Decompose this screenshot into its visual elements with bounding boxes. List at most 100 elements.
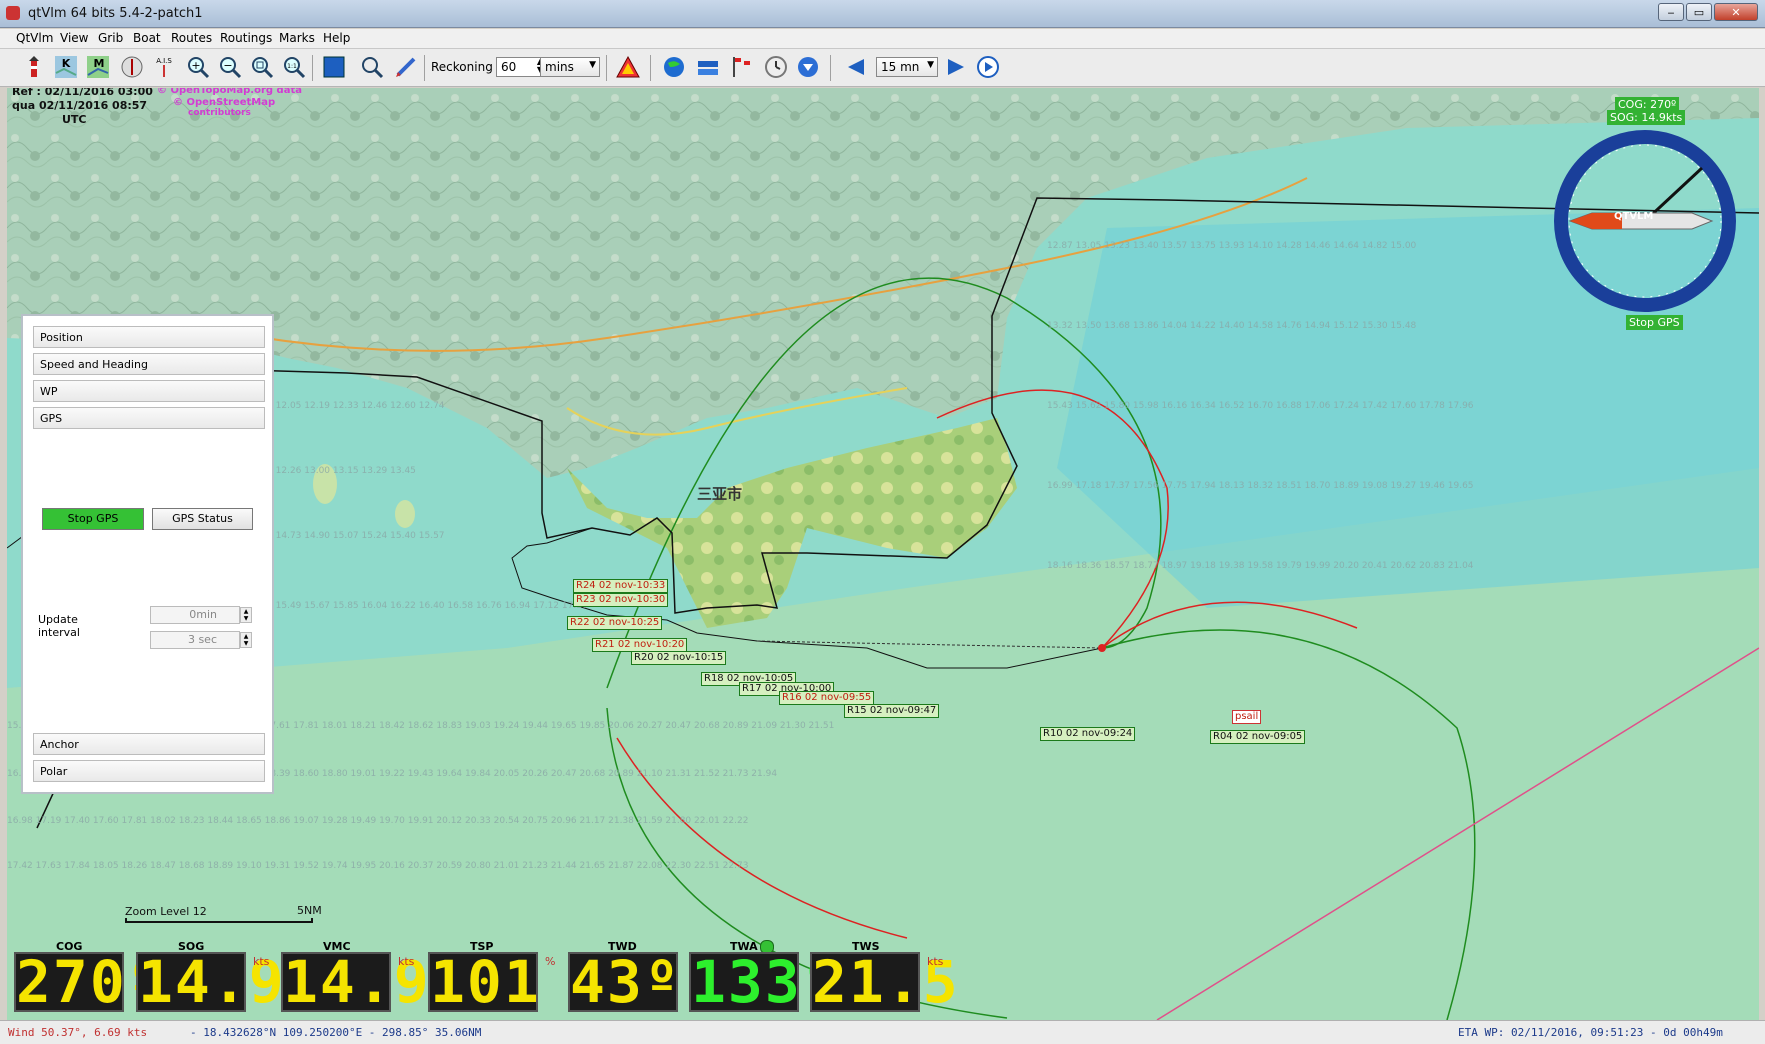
toolbar: K M A.I.S + − 1:1 Reckoning 60▲▼ mins▼ 1…	[0, 49, 1765, 87]
grib-current-date: qua 02/11/2016 08:57	[12, 99, 148, 112]
vmc-gauge: 14.9	[281, 948, 431, 1016]
svg-text:15.43 15.62 15.80 15.98 16.16: 15.43 15.62 15.80 15.98 16.16 16.34 16.5…	[1047, 401, 1474, 411]
svg-text:11.98 12.05 12.19 12.33 12.46: 11.98 12.05 12.19 12.33 12.46 12.60 12.7…	[247, 401, 445, 411]
menu-boat[interactable]: Boat	[133, 31, 161, 45]
scale-label: 5NM	[297, 904, 322, 917]
tws-gauge: 21.5	[810, 948, 960, 1016]
interval-minutes-stepper[interactable]: ▲ ▼	[240, 607, 252, 623]
interval-seconds-stepper[interactable]: ▲ ▼	[240, 632, 252, 648]
next-icon[interactable]	[944, 55, 968, 79]
compass-icon[interactable]	[120, 55, 144, 79]
tsp-gauge: 101	[428, 948, 541, 1016]
title-bar: qtVlm 64 bits 5.4-2-patch1 ‒ ▭ ✕	[0, 0, 1765, 28]
sog-gauge: 14.9	[136, 948, 286, 1016]
svg-text:A.I.S: A.I.S	[156, 57, 172, 65]
map-credit-contributors: contributors	[188, 108, 251, 118]
ais-icon[interactable]: A.I.S	[152, 55, 176, 79]
status-eta: ETA WP: 02/11/2016, 09:51:23 - 0d 00h49m	[1458, 1026, 1723, 1039]
lighthouse-icon[interactable]	[22, 55, 46, 79]
compass-stop-gps: Stop GPS	[1626, 315, 1683, 330]
reckoning-value-spinbox[interactable]: 60▲▼	[496, 57, 546, 77]
search-icon[interactable]	[360, 55, 384, 79]
svg-text:16.98 17.19 17.40 17.60 17.81: 16.98 17.19 17.40 17.60 17.81 18.02 18.2…	[7, 816, 748, 826]
pencil-icon[interactable]	[394, 55, 418, 79]
section-gps[interactable]: GPS	[33, 407, 265, 429]
toolbar-separator	[606, 55, 607, 81]
maximize-button[interactable]: ▭	[1686, 3, 1712, 21]
section-anchor[interactable]: Anchor	[33, 733, 265, 755]
status-bar: Wind 50.37°, 6.69 kts - 18.432628°N 109.…	[0, 1020, 1765, 1044]
toolbar-separator	[312, 55, 313, 81]
clock-icon[interactable]	[764, 55, 788, 79]
grib-timezone: UTC	[62, 113, 87, 126]
flags-icon[interactable]	[730, 55, 754, 79]
route-point-label[interactable]: R04 02 nov-09:05	[1210, 730, 1306, 744]
map-icon[interactable]: M	[86, 55, 110, 79]
menu-qtvlm[interactable]: QtVlm	[16, 31, 53, 45]
reckoning-unit-select[interactable]: mins ▼	[540, 57, 600, 77]
menu-marks[interactable]: Marks	[279, 31, 315, 45]
route-point-label[interactable]: R23 02 nov-10:30	[573, 593, 669, 607]
zoom-fit-icon[interactable]	[250, 55, 274, 79]
select-zone-icon[interactable]	[322, 55, 346, 79]
svg-text:K: K	[62, 57, 71, 70]
svg-text:16.99 17.18 17.37 17.56 17.75: 16.99 17.18 17.37 17.56 17.75 17.94 18.1…	[1047, 481, 1474, 491]
tws-unit: kts	[927, 955, 944, 968]
menu-routes[interactable]: Routes	[171, 31, 212, 45]
warning-icon[interactable]	[616, 55, 640, 79]
boat-panel: Position Speed and Heading WP GPS Stop G…	[21, 314, 274, 794]
zoom-out-icon[interactable]: −	[218, 55, 242, 79]
svg-text:+: +	[191, 59, 200, 72]
minimize-button[interactable]: ‒	[1658, 3, 1684, 21]
zoom-in-icon[interactable]: +	[186, 55, 210, 79]
gps-status-button[interactable]: GPS Status	[152, 508, 253, 530]
stop-gps-button[interactable]: Stop GPS	[42, 508, 144, 530]
cog-gauge: 270º	[14, 948, 164, 1016]
menu-grib[interactable]: Grib	[98, 31, 123, 45]
interval-seconds-field[interactable]: 3 sec	[150, 631, 240, 649]
twd-gauge: 43º	[568, 948, 681, 1016]
prev-icon[interactable]	[844, 55, 868, 79]
route-point-label[interactable]: R16 02 nov-09:55	[779, 691, 875, 705]
time-step-select[interactable]: 15 mn ▼	[876, 57, 938, 77]
download-icon[interactable]	[796, 55, 820, 79]
route-point-label[interactable]: R24 02 nov-10:33	[573, 579, 669, 593]
menu-view[interactable]: View	[60, 31, 88, 45]
menu-routings[interactable]: Routings	[220, 31, 272, 45]
section-wp[interactable]: WP	[33, 380, 265, 402]
route-point-label[interactable]: R21 02 nov-10:20	[592, 638, 688, 652]
play-icon[interactable]	[976, 55, 1000, 79]
toolbar-separator	[424, 55, 425, 81]
scale-bar	[125, 918, 313, 923]
menu-bar: QtVlm View Grib Boat Routes Routings Mar…	[0, 29, 1765, 49]
interval-minutes-field[interactable]: 0min	[150, 606, 240, 624]
zoom-1to1-icon[interactable]: 1:1	[282, 55, 306, 79]
status-position: - 18.432628°N 109.250200°E - 298.85° 35.…	[190, 1026, 482, 1039]
close-button[interactable]: ✕	[1714, 3, 1758, 21]
svg-text:17.42 17.63 17.84 18.05 18.26: 17.42 17.63 17.84 18.05 18.26 18.47 18.6…	[7, 861, 748, 871]
menu-help[interactable]: Help	[323, 31, 350, 45]
update-interval-label: Update interval	[38, 613, 80, 639]
route-point-label[interactable]: R10 02 nov-09:24	[1040, 727, 1136, 741]
svg-text:15.31 15.49 15.67 15.85 16.04: 15.31 15.49 15.67 15.85 16.04 16.22 16.4…	[247, 601, 588, 611]
zoom-level-label: Zoom Level 12	[125, 905, 207, 918]
boat-name-label[interactable]: psail	[1232, 710, 1262, 724]
section-speed-heading[interactable]: Speed and Heading	[33, 353, 265, 375]
kap-icon[interactable]: K	[54, 55, 78, 79]
route-point-label[interactable]: R15 02 nov-09:47	[844, 704, 940, 718]
svg-text:14.56 14.73 14.90 15.07 15.24: 14.56 14.73 14.90 15.07 15.24 15.40 15.5…	[247, 531, 445, 541]
toolbar-separator	[830, 55, 831, 81]
route-point-label[interactable]: R20 02 nov-10:15	[631, 651, 727, 665]
tsp-unit: %	[545, 955, 556, 968]
layers-icon[interactable]	[696, 55, 720, 79]
route-point-label[interactable]: R22 02 nov-10:25	[567, 616, 663, 630]
compass-boat-label: QTVLM	[1614, 211, 1654, 222]
svg-text:12.87 13.05 13.23 13.40 13.57: 12.87 13.05 13.23 13.40 13.57 13.75 13.9…	[1047, 241, 1417, 251]
svg-text:18.16 18.36 18.57 18.77 18.97: 18.16 18.36 18.57 18.77 18.97 19.18 19.3…	[1047, 561, 1474, 571]
globe-icon[interactable]	[662, 55, 686, 79]
window-title: qtVlm 64 bits 5.4-2-patch1	[28, 6, 203, 21]
section-position[interactable]: Position	[33, 326, 265, 348]
toolbar-separator	[650, 55, 651, 81]
svg-text:1:1: 1:1	[287, 63, 297, 70]
section-polar[interactable]: Polar	[33, 760, 265, 782]
